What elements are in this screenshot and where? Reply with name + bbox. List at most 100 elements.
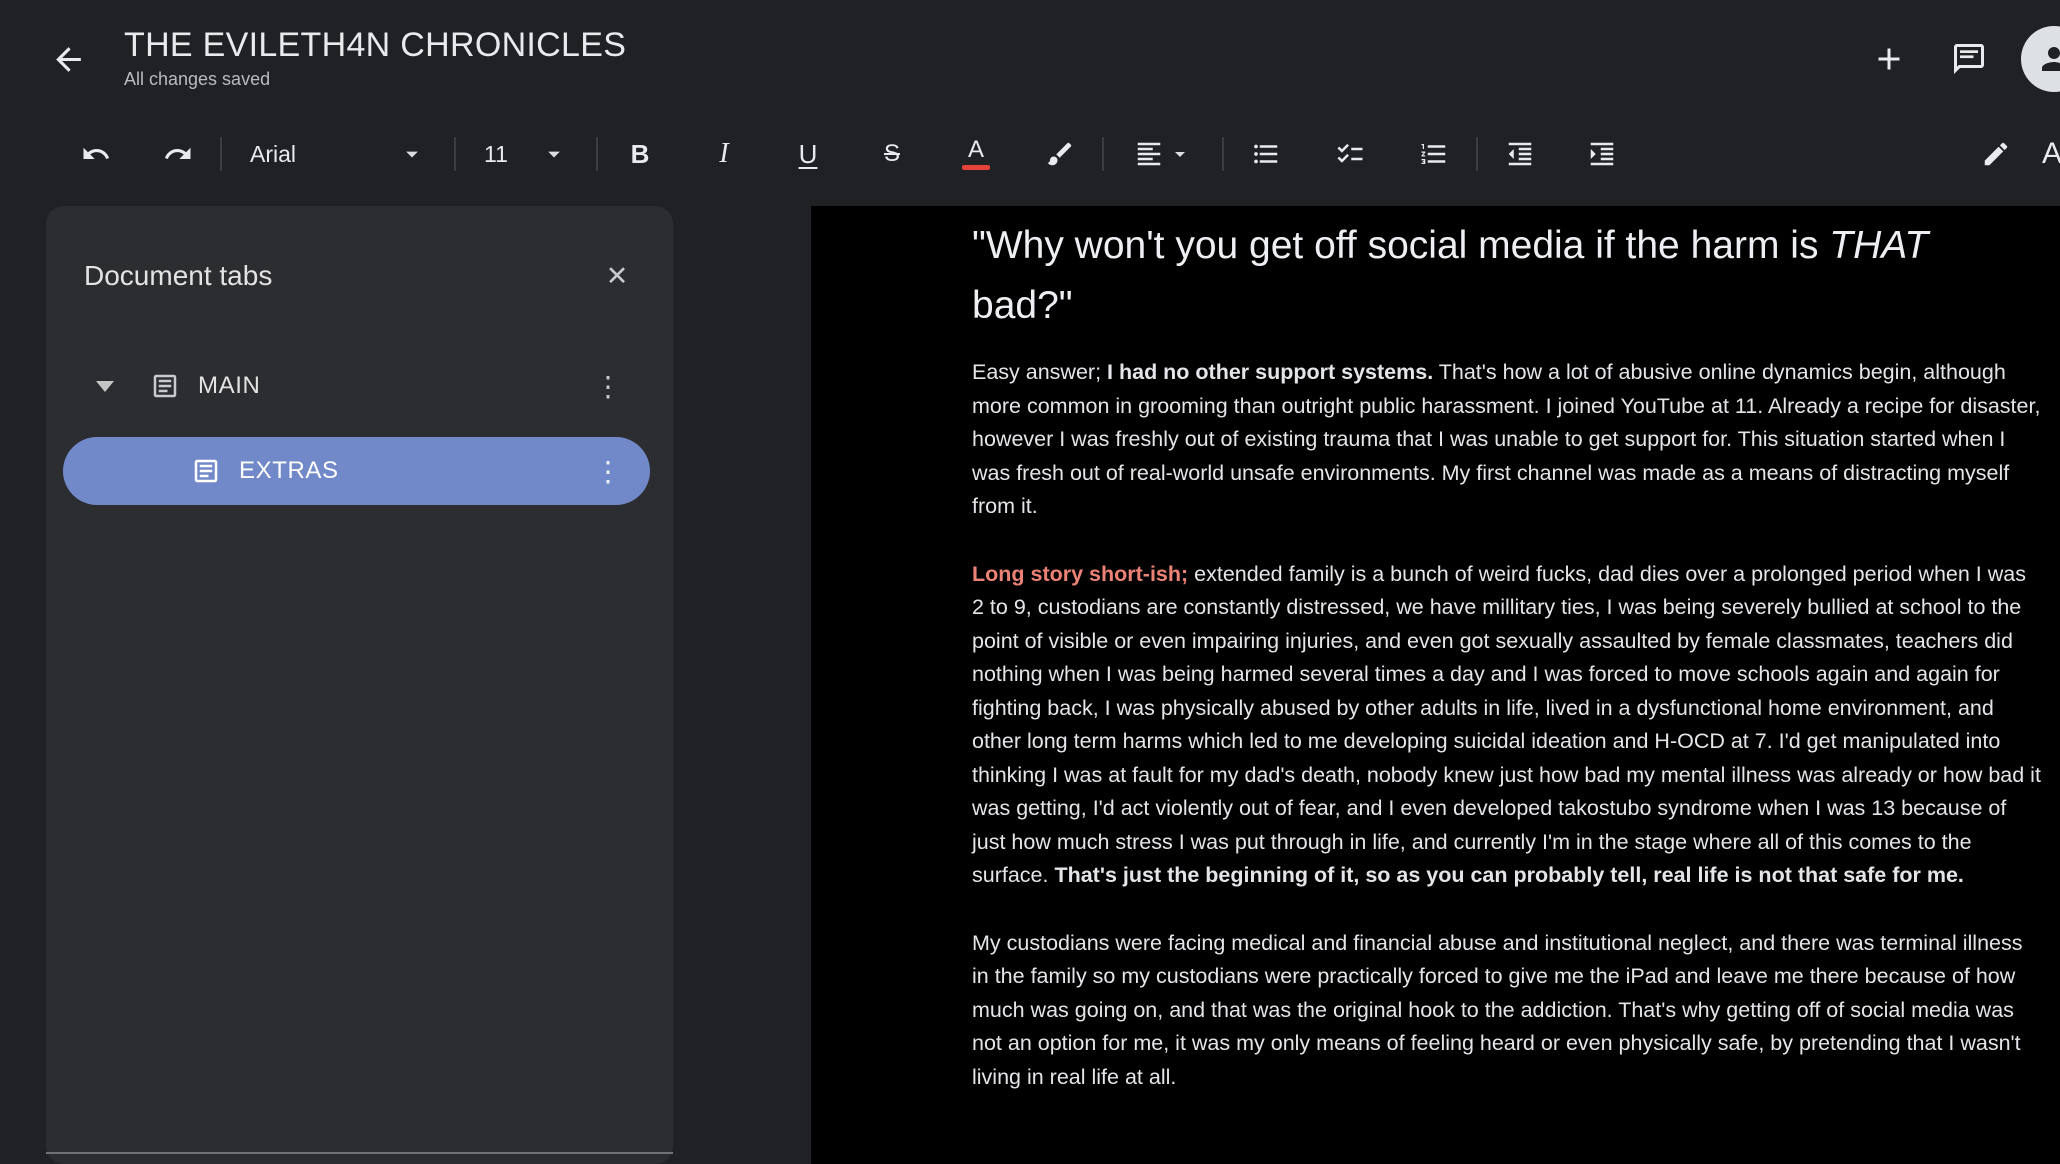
panel-scroll-divider [46, 1152, 673, 1154]
google-docs-app: THE EVILETH4N CHRONICLES All changes sav… [0, 0, 2060, 1164]
numbered-list-button[interactable] [1408, 128, 1460, 180]
decrease-indent-button[interactable] [1494, 128, 1546, 180]
tabs-panel-title: Document tabs [84, 260, 595, 292]
doc-text-segment: bad?" [972, 284, 1073, 327]
doc-title[interactable]: THE EVILETH4N CHRONICLES [124, 28, 626, 62]
doc-text-segment: THAT [1829, 224, 1928, 267]
close-icon: ✕ [606, 261, 629, 292]
highlight-color-button[interactable] [1034, 128, 1086, 180]
align-button[interactable] [1120, 128, 1206, 180]
undo-button[interactable] [70, 128, 122, 180]
toolbar-separator [1102, 137, 1104, 171]
italic-icon: I [719, 141, 728, 167]
formatting-toolbar: Arial 11 B I U S [0, 118, 2060, 190]
pen-button[interactable] [1970, 128, 2022, 180]
doc-title-block: THE EVILETH4N CHRONICLES All changes sav… [124, 28, 626, 90]
app-header: THE EVILETH4N CHRONICLES All changes sav… [0, 0, 2060, 118]
document-icon [150, 371, 180, 401]
header-actions [1861, 26, 2060, 92]
bulleted-list-icon [1251, 139, 1281, 169]
font-size-label: 11 [484, 141, 508, 168]
increase-indent-button[interactable] [1576, 128, 1628, 180]
bulleted-list-button[interactable] [1240, 128, 1292, 180]
back-button[interactable] [40, 31, 96, 87]
save-status: All changes saved [124, 69, 626, 90]
font-family-label: Arial [250, 141, 296, 168]
document-tabs-panel: Document tabs ✕ MAIN ⋮ [46, 206, 673, 1164]
indent-group [1494, 128, 1628, 180]
tab-options-button[interactable]: ⋮ [588, 364, 628, 408]
close-tabs-panel-button[interactable]: ✕ [595, 254, 639, 298]
tab-label: MAIN [198, 372, 260, 400]
toolbar-separator [1222, 137, 1224, 171]
font-size-select[interactable]: 11 [472, 128, 580, 180]
redo-button[interactable] [152, 128, 204, 180]
underline-button[interactable]: U [782, 128, 834, 180]
strikethrough-button[interactable]: S [866, 128, 918, 180]
decrease-indent-icon [1505, 139, 1535, 169]
italic-button[interactable]: I [698, 128, 750, 180]
document-canvas[interactable]: "Why won't you get off social media if t… [811, 206, 2060, 1164]
doc-paragraph[interactable]: My custodians were facing medical and fi… [972, 927, 2041, 1095]
toolbar-separator [1476, 137, 1478, 171]
toolbar-separator [220, 137, 222, 171]
tab-list: MAIN ⋮ EXTRAS ⋮ [46, 352, 673, 505]
back-arrow-icon [50, 41, 87, 78]
kebab-icon: ⋮ [594, 455, 622, 488]
text-color-indicator [962, 165, 990, 170]
list-format-group [1240, 128, 1460, 180]
person-icon [2036, 41, 2060, 77]
tab-item-main[interactable]: MAIN ⋮ [46, 352, 673, 420]
text-format-icon[interactable]: A [2042, 137, 2060, 171]
strikethrough-icon: S [884, 141, 900, 167]
doc-paragraphs: Easy answer; I had no other support syst… [972, 356, 2041, 1094]
doc-text-segment: "Why won't you get off social media if t… [972, 224, 1829, 267]
add-comment-button[interactable] [1861, 31, 1917, 87]
align-left-icon [1134, 139, 1164, 169]
text-color-button[interactable]: A [950, 128, 1002, 180]
doc-paragraph[interactable]: Long story short-ish; extended family is… [972, 558, 2041, 893]
numbered-list-icon [1419, 139, 1449, 169]
checklist-button[interactable] [1324, 128, 1376, 180]
tab-options-button[interactable]: ⋮ [588, 449, 628, 493]
doc-text-segment: My custodians were facing medical and fi… [972, 931, 2023, 1089]
doc-editor[interactable]: "Why won't you get off social media if t… [811, 206, 2060, 1094]
comments-button[interactable] [1941, 31, 1997, 87]
chevron-down-icon [540, 140, 568, 168]
undo-redo-group [70, 128, 204, 180]
toolbar-right-tools: A [1970, 128, 2060, 180]
tab-label: EXTRAS [239, 457, 339, 485]
doc-text-segment: I had no other support systems. [1107, 360, 1433, 384]
highlight-color-icon [1045, 139, 1075, 169]
checklist-icon [1335, 139, 1365, 169]
plus-icon [1871, 41, 1907, 77]
doc-text-segment: extended family is a bunch of weird fuck… [972, 562, 2041, 888]
tabs-panel-header: Document tabs ✕ [46, 206, 673, 298]
bold-button[interactable]: B [614, 128, 666, 180]
content-row: Document tabs ✕ MAIN ⋮ [0, 206, 2060, 1164]
doc-text-segment: That's just the beginning of it, so as y… [1054, 863, 1963, 887]
chevron-down-icon [398, 140, 426, 168]
underline-icon: U [799, 141, 818, 167]
chevron-down-icon [96, 381, 114, 392]
comment-icon [1951, 41, 1987, 77]
kebab-icon: ⋮ [594, 370, 622, 403]
doc-heading[interactable]: "Why won't you get off social media if t… [972, 216, 2041, 336]
toolbar-separator [596, 137, 598, 171]
account-avatar-button[interactable] [2021, 26, 2060, 92]
doc-paragraph[interactable]: Easy answer; I had no other support syst… [972, 356, 2041, 524]
doc-text-segment: Easy answer; [972, 360, 1107, 384]
chevron-down-icon [1168, 142, 1192, 166]
font-family-select[interactable]: Arial [238, 128, 438, 180]
tab-item-extras[interactable]: EXTRAS ⋮ [63, 437, 650, 505]
doc-text-segment: Long story short-ish; [972, 562, 1188, 586]
text-format-group: B I U S A [614, 128, 1086, 180]
expand-tab-button[interactable] [86, 367, 124, 405]
redo-icon [163, 139, 193, 169]
toolbar-separator [454, 137, 456, 171]
undo-icon [81, 139, 111, 169]
document-icon [191, 456, 221, 486]
increase-indent-icon [1587, 139, 1617, 169]
bold-icon: B [631, 141, 650, 167]
text-color-icon: A [968, 138, 984, 162]
